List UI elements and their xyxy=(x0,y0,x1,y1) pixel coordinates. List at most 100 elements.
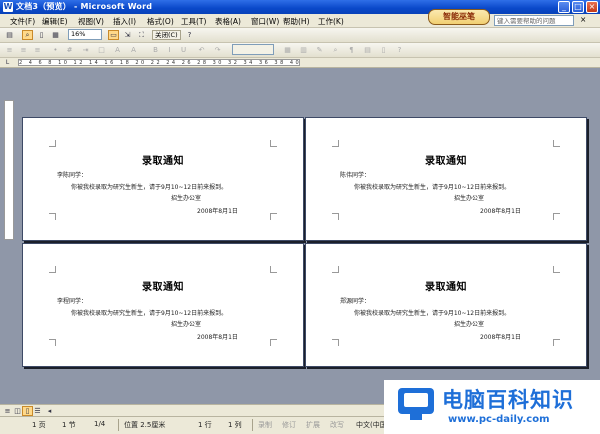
print-icon[interactable]: ▤ xyxy=(4,30,15,40)
multiple-pages-icon[interactable]: ▦ xyxy=(50,30,61,40)
align-center-icon[interactable]: ≡ xyxy=(18,45,29,55)
crop-mark xyxy=(553,266,560,273)
page-greeting: 李程同学： xyxy=(57,298,88,305)
help-icon[interactable]: ? xyxy=(184,30,195,40)
page-body: 你被我校录取为研究生新生，请于9月10~12日前来报到。 xyxy=(354,184,511,191)
indent-icon[interactable]: ⇥ xyxy=(80,45,91,55)
crop-mark xyxy=(270,140,277,147)
columns-icon[interactable]: ▥ xyxy=(298,45,309,55)
magnifier-icon[interactable]: ⌕ xyxy=(22,30,33,40)
crop-mark xyxy=(49,213,56,220)
page-greeting: 陈伟同学： xyxy=(340,172,371,179)
page-date: 2008年8月1日 xyxy=(480,334,521,341)
doc-close-icon[interactable]: × xyxy=(580,15,586,24)
menu-bar: 文件(F) 编辑(E) 视图(V) 插入(I) 格式(O) 工具(T) 表格(A… xyxy=(0,14,600,28)
research-icon[interactable]: ? xyxy=(394,45,405,55)
page-office: 招生办公室 xyxy=(454,321,485,328)
one-page-icon[interactable]: ▯ xyxy=(36,30,47,40)
page-greeting: 郑源同学： xyxy=(340,298,371,305)
page-title: 录取通知 xyxy=(425,156,467,167)
status-separator xyxy=(118,419,119,431)
undo-icon[interactable]: ↶ xyxy=(196,45,207,55)
watermark-overlay: 电脑百科知识 www.pc-daily.com xyxy=(384,380,600,434)
title-bar: W 文档3（预览） - Microsoft Word _ □ × xyxy=(0,0,600,14)
underline-icon[interactable]: U xyxy=(178,45,189,55)
outline-view-icon[interactable]: ☰ xyxy=(32,406,43,416)
border-icon[interactable]: □ xyxy=(96,45,107,55)
preview-page-1[interactable]: 录取通知 李陈同学： 你被我校录取为研究生新生，请于9月10~12日前来报到。 … xyxy=(22,117,304,241)
crop-mark xyxy=(49,339,56,346)
page-title: 录取通知 xyxy=(142,282,184,293)
menu-help[interactable]: 帮助(H) xyxy=(283,16,310,27)
menu-format[interactable]: 格式(O) xyxy=(147,16,174,27)
bold-icon[interactable]: B xyxy=(150,45,161,55)
zoom-icon[interactable]: ⌕ xyxy=(330,45,341,55)
font-color-icon[interactable]: A xyxy=(128,45,139,55)
italic-icon[interactable]: I xyxy=(164,45,175,55)
crop-mark xyxy=(332,140,339,147)
status-mode-overtype[interactable]: 改写 xyxy=(330,420,344,430)
preview-page-2[interactable]: 录取通知 陈伟同学： 你被我校录取为研究生新生，请于9月10~12日前来报到。 … xyxy=(305,117,587,241)
monitor-stand xyxy=(410,414,422,420)
doc-map-icon[interactable]: ▤ xyxy=(362,45,373,55)
minimize-button[interactable]: _ xyxy=(558,1,570,13)
menu-edit[interactable]: 编辑(E) xyxy=(42,16,68,27)
preview-page-4[interactable]: 录取通知 郑源同学： 你被我校录取为研究生新生，请于9月10~12日前来报到。 … xyxy=(305,243,587,367)
zoom-select[interactable]: 16% xyxy=(68,29,102,40)
page-body: 你被我校录取为研究生新生，请于9月10~12日前来报到。 xyxy=(354,310,511,317)
page-greeting: 李陈同学： xyxy=(57,172,88,179)
status-mode-record[interactable]: 录制 xyxy=(258,420,272,430)
status-page-of: 1/4 xyxy=(94,420,106,428)
reading-icon[interactable]: ▯ xyxy=(378,45,389,55)
paragraph-icon[interactable]: ¶ xyxy=(346,45,357,55)
page-date: 2008年8月1日 xyxy=(197,208,238,215)
crop-mark xyxy=(553,140,560,147)
align-left-icon[interactable]: ≡ xyxy=(4,45,15,55)
crop-mark xyxy=(270,266,277,273)
preview-page-3[interactable]: 录取通知 李程同学： 你被我校录取为研究生新生，请于9月10~12日前来报到。 … xyxy=(22,243,304,367)
crop-mark xyxy=(332,266,339,273)
help-search-input[interactable]: 键入需要帮助的问题 xyxy=(494,15,574,26)
redo-icon[interactable]: ↷ xyxy=(212,45,223,55)
status-separator xyxy=(252,419,253,431)
full-screen-icon[interactable]: ⛶ xyxy=(136,30,147,40)
menu-table[interactable]: 表格(A) xyxy=(215,16,241,27)
drawing-icon[interactable]: ✎ xyxy=(314,45,325,55)
page-title: 录取通知 xyxy=(425,282,467,293)
menu-view[interactable]: 视图(V) xyxy=(78,16,104,27)
tab-stop-icon[interactable]: L xyxy=(3,59,12,67)
menu-window[interactable]: 窗口(W) xyxy=(251,16,279,27)
status-page: 1 页 xyxy=(32,421,46,429)
crop-mark xyxy=(49,266,56,273)
align-right-icon[interactable]: ≡ xyxy=(32,45,43,55)
menu-insert[interactable]: 插入(I) xyxy=(113,16,136,27)
watermark-url: www.pc-daily.com xyxy=(448,414,550,425)
preview-toolbar: ▤ ⌕ ▯ ▦ 16% ▭ ⇲ ⛶ 关闭(C) ? xyxy=(0,28,600,43)
bullets-icon[interactable]: • xyxy=(50,45,61,55)
scroll-left-icon[interactable]: ◂ xyxy=(44,406,55,416)
shrink-to-fit-icon[interactable]: ⇲ xyxy=(122,30,133,40)
status-mode-extend[interactable]: 扩展 xyxy=(306,420,320,430)
ruler-scale: 2 4 6 8 10 12 14 16 18 20 22 24 26 28 30… xyxy=(18,59,300,66)
numbering-icon[interactable]: # xyxy=(64,45,75,55)
page-body: 你被我校录取为研究生新生，请于9月10~12日前来报到。 xyxy=(71,310,228,317)
status-position: 位置 2.5厘米 xyxy=(124,421,166,429)
maximize-button[interactable]: □ xyxy=(572,1,584,13)
menu-tools[interactable]: 工具(T) xyxy=(181,16,206,27)
menu-file[interactable]: 文件(F) xyxy=(10,16,35,27)
menu-work[interactable]: 工作(K) xyxy=(318,16,344,27)
close-preview-button[interactable]: 关闭(C) xyxy=(152,30,181,40)
highlight-icon[interactable]: A xyxy=(112,45,123,55)
view-ruler-icon[interactable]: ▭ xyxy=(108,30,119,40)
vertical-ruler[interactable] xyxy=(4,100,14,240)
style-select[interactable] xyxy=(232,44,274,55)
close-button[interactable]: × xyxy=(586,1,598,13)
crop-mark xyxy=(553,213,560,220)
table-icon[interactable]: ▦ xyxy=(282,45,293,55)
crop-mark xyxy=(49,140,56,147)
word-app-icon[interactable]: W xyxy=(3,2,13,12)
horizontal-ruler[interactable]: L 2 4 6 8 10 12 14 16 18 20 22 24 26 28 … xyxy=(0,58,600,68)
page-title: 录取通知 xyxy=(142,156,184,167)
status-mode-track[interactable]: 修订 xyxy=(282,420,296,430)
window-title: 文档3（预览） - Microsoft Word xyxy=(16,2,153,11)
